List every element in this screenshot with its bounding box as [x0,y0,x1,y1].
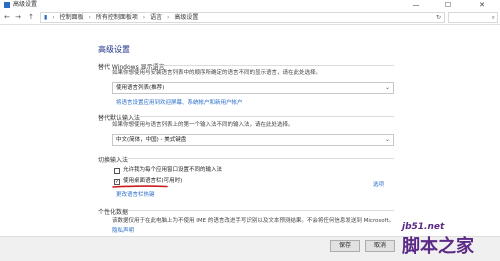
default-input-title: 替代默认输入法 [98,115,141,122]
forward-icon[interactable]: → [13,12,23,23]
personalization-description: 该数据仅用于在此电脑上为不使用 IME 的语言改进手写识别以及文本预测结果。不会… [112,218,395,224]
site-watermark: jb51.net 脚本之家 [402,222,474,258]
close-button[interactable]: ✕ [470,0,494,11]
breadcrumb-separator: › [88,14,91,21]
apply-language-settings-link[interactable]: 将语言设置应用到欢迎屏幕、系统帐户和新用户帐户 [116,98,243,106]
desktop-language-bar-label: 使用桌面语言栏(可用时) [123,178,183,184]
change-hotkey-link[interactable]: 更改语言栏热键 [116,190,155,198]
language-bar-options-link[interactable]: 选项 [373,180,384,188]
address-bar[interactable]: ▮ › 控制面板 › 所有控制面板项 › 语言 › 高级设置 [40,12,445,23]
breadcrumb-separator: › [52,14,55,21]
default-input-description: 如果你想使用与语言列表上的第一个输入法不同的输入法，请在此处选择。 [112,122,294,128]
breadcrumb-separator: › [167,14,170,21]
watermark-url: jb51.net [402,222,445,232]
section-divider [128,158,394,159]
back-icon[interactable]: ← [2,12,12,23]
folder-icon: ▮ [44,14,48,21]
cancel-button[interactable]: 取消 [365,240,395,252]
maximize-button[interactable]: ☐ [436,0,460,11]
chevron-down-icon: ⌄ [384,136,390,143]
watermark-text: 脚本之家 [402,236,474,257]
up-icon[interactable]: ↑ [26,12,36,23]
control-panel-icon [4,2,10,8]
window-title: 高级设置 [13,1,38,8]
privacy-statement-link[interactable]: 隐私声明 [112,226,134,234]
breadcrumb-language[interactable]: 语言 [150,14,162,21]
section-divider [160,65,394,66]
breadcrumb-advanced[interactable]: 高级设置 [174,14,198,21]
breadcrumb-all-items[interactable]: 所有控制面板项 [96,14,138,21]
minimize-button[interactable]: — [404,0,428,11]
display-language-value: 使用语言列表(推荐) [116,85,165,91]
per-app-input-checkbox[interactable] [114,168,120,174]
red-underline-annotation [112,185,168,188]
section-divider [128,210,394,211]
page-title: 高级设置 [98,45,130,54]
display-language-dropdown[interactable]: 使用语言列表(推荐) ⌄ [112,82,394,94]
save-button[interactable]: 保存 [330,240,360,252]
per-app-input-label: 允许我为每个应用窗口设置不同的输入法 [123,167,223,173]
search-input[interactable]: ⌕ [448,12,498,23]
display-language-description: 如果你想使用与安装语言列表中的顺序所确定的语言不同的显示语言，请在此处选择。 [112,70,322,76]
search-icon: ⌕ [491,14,495,21]
refresh-icon[interactable]: ↻ [436,12,445,23]
default-input-value: 中文(简体，中国) - 美式键盘 [116,137,187,143]
default-input-dropdown[interactable]: 中文(简体，中国) - 美式键盘 ⌄ [112,134,394,146]
section-divider [140,116,394,117]
breadcrumb-control-panel[interactable]: 控制面板 [60,14,84,21]
switch-input-title: 切换输入法 [98,157,129,164]
personalization-title: 个性化数据 [98,209,129,216]
chevron-down-icon: ⌄ [384,84,390,91]
breadcrumb-separator: › [142,14,146,21]
